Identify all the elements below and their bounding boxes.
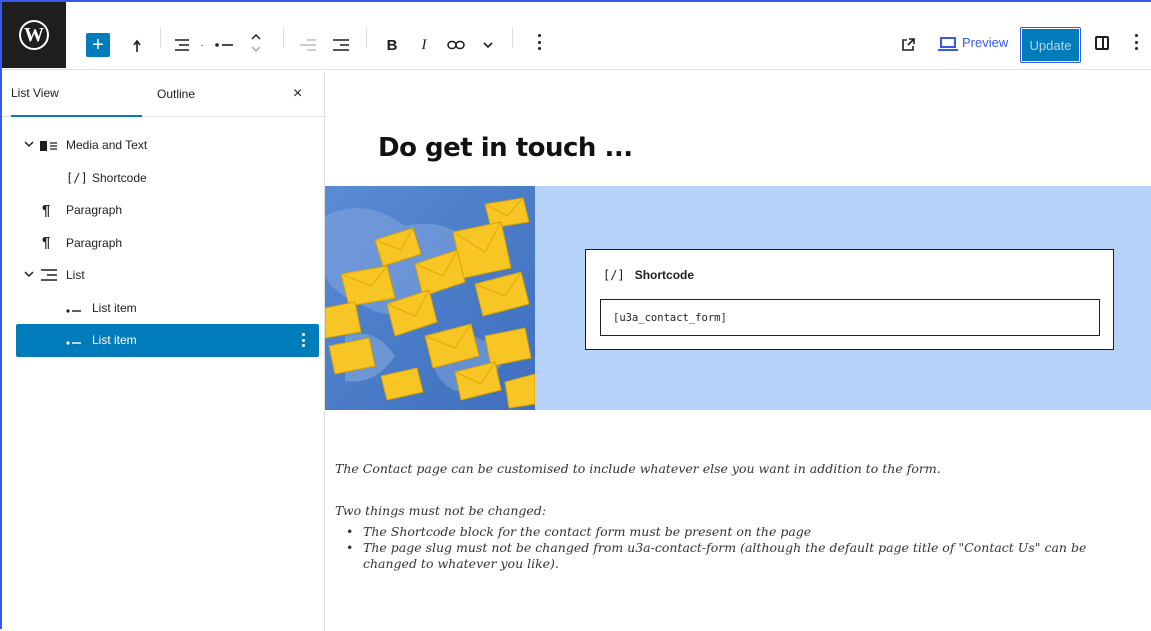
tree-item-label: List item bbox=[92, 300, 137, 315]
tree-item-label: Paragraph bbox=[66, 235, 123, 250]
item-options-icon[interactable] bbox=[302, 333, 305, 347]
tree-item-shortcode[interactable]: [/] Shortcode bbox=[2, 162, 325, 195]
preview-monitor-icon bbox=[938, 37, 958, 51]
list-style-icon[interactable] bbox=[170, 32, 194, 58]
preview-button[interactable]: Preview bbox=[938, 35, 1009, 51]
chevron-down-icon[interactable] bbox=[478, 32, 498, 58]
list-item[interactable]: The page slug must not be changed from u… bbox=[335, 540, 1135, 572]
shortcode-icon: [/] bbox=[603, 268, 625, 282]
editor-toolbar: W + · B I Preview Update bbox=[2, 2, 1151, 70]
paragraph-block[interactable]: Two things must not be changed: bbox=[335, 503, 546, 518]
shortcode-input[interactable]: [u3a_contact_form] bbox=[600, 299, 1100, 336]
tab-outline[interactable]: Outline bbox=[157, 71, 195, 117]
toolbar-divider bbox=[366, 28, 367, 48]
shortcode-block-header: [/] Shortcode bbox=[603, 268, 694, 282]
list-view-panel: List View Outline × Media and Text [/] S… bbox=[2, 71, 325, 631]
toolbar-divider bbox=[512, 28, 513, 48]
link-icon[interactable] bbox=[444, 32, 468, 58]
media-text-block[interactable]: [/] Shortcode [u3a_contact_form] bbox=[325, 186, 1151, 410]
dot-separator-icon: · bbox=[200, 39, 204, 51]
tree-item-paragraph[interactable]: ¶ Paragraph bbox=[2, 194, 325, 227]
media-text-icon bbox=[40, 140, 58, 154]
paragraph-icon: ¶ bbox=[42, 201, 51, 219]
chevron-down-icon[interactable] bbox=[24, 270, 34, 281]
toolbar-divider bbox=[283, 28, 284, 48]
tree-item-list[interactable]: List bbox=[2, 259, 325, 292]
options-menu-icon[interactable] bbox=[1134, 34, 1138, 50]
wordpress-logo-mark: W bbox=[19, 20, 49, 50]
undo-arrow-icon[interactable] bbox=[128, 32, 152, 58]
shortcode-icon: [/] bbox=[66, 170, 88, 185]
list-icon bbox=[40, 269, 58, 284]
wordpress-logo[interactable]: W bbox=[2, 2, 66, 68]
external-link-icon[interactable] bbox=[898, 32, 918, 58]
tree-item-label: Shortcode bbox=[92, 170, 147, 185]
tree-item-list-item[interactable]: List item bbox=[2, 292, 325, 325]
chevron-down-icon[interactable] bbox=[24, 140, 34, 151]
toolbar-divider bbox=[160, 28, 161, 48]
bold-icon[interactable]: B bbox=[382, 32, 402, 58]
block-tree: Media and Text [/] Shortcode ¶ Paragraph… bbox=[2, 129, 325, 357]
tree-item-label: Paragraph bbox=[66, 203, 123, 218]
more-options-icon[interactable] bbox=[537, 34, 541, 50]
sidebar-toggle-icon[interactable] bbox=[1095, 36, 1109, 50]
indent-icon[interactable] bbox=[329, 32, 353, 58]
tree-item-paragraph[interactable]: ¶ Paragraph bbox=[2, 227, 325, 260]
paragraph-block[interactable]: The Contact page can be customised to in… bbox=[335, 461, 941, 476]
update-button[interactable]: Update bbox=[1020, 27, 1081, 63]
tab-list-view[interactable]: List View bbox=[11, 71, 142, 117]
editor-frame: W + · B I Preview Update List View Outli… bbox=[0, 0, 1151, 631]
shortcode-block-title: Shortcode bbox=[634, 268, 695, 282]
tree-item-list-item-selected[interactable]: List item bbox=[16, 324, 319, 357]
page-heading[interactable]: Do get in touch ... bbox=[378, 133, 633, 163]
outdent-icon[interactable] bbox=[296, 32, 320, 58]
list-item[interactable]: The Shortcode block for the contact form… bbox=[335, 524, 1135, 540]
list-item-icon bbox=[66, 304, 82, 318]
add-block-button[interactable]: + bbox=[86, 33, 110, 57]
tree-item-label: List item bbox=[92, 333, 137, 348]
tree-item-label: Media and Text bbox=[66, 138, 148, 153]
tree-item-label: List bbox=[66, 268, 85, 283]
preview-label: Preview bbox=[962, 35, 1009, 50]
italic-icon[interactable]: I bbox=[414, 32, 434, 58]
shortcode-block[interactable]: [/] Shortcode [u3a_contact_form] bbox=[585, 249, 1114, 350]
tree-item-media-and-text[interactable]: Media and Text bbox=[2, 129, 325, 162]
list-item-icon bbox=[66, 336, 82, 350]
panel-tabs: List View Outline × bbox=[2, 71, 324, 117]
list-block[interactable]: The Shortcode block for the contact form… bbox=[335, 524, 1135, 572]
close-icon[interactable]: × bbox=[293, 85, 302, 103]
paragraph-icon: ¶ bbox=[42, 234, 51, 252]
envelopes-world-map-image[interactable] bbox=[325, 186, 535, 410]
move-up-down-icon[interactable] bbox=[246, 30, 266, 56]
editor-canvas: Do get in touch ... [/] Shortcode [u3a_c… bbox=[325, 71, 1151, 631]
list-bullet-icon[interactable] bbox=[210, 32, 238, 58]
